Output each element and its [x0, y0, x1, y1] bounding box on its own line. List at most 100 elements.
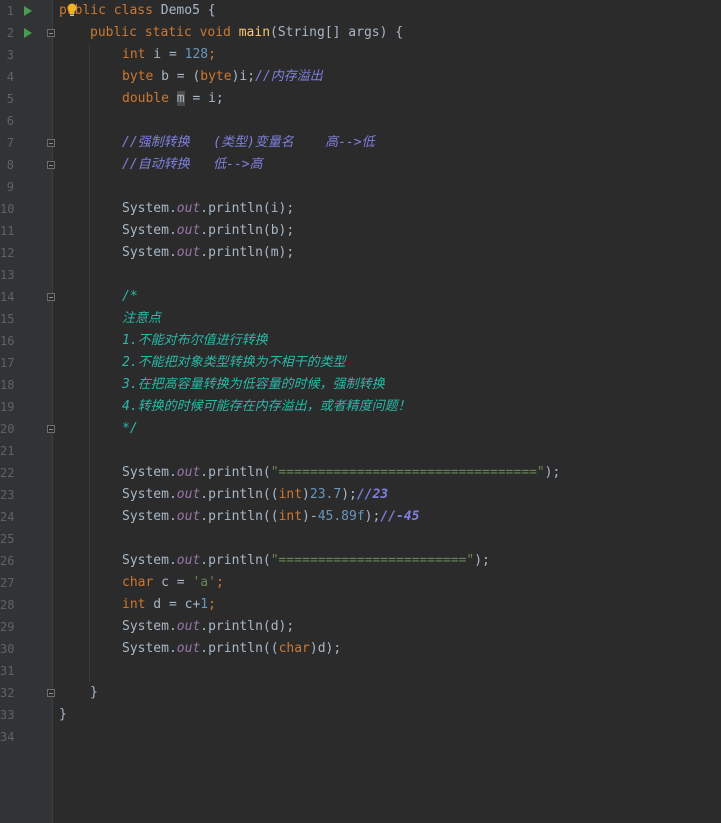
- code-line-23[interactable]: System.out.println((int)23.7);//23: [122, 484, 388, 506]
- line-number: 15: [0, 312, 15, 326]
- line-comment: //自动转换 低-->高: [122, 157, 263, 172]
- gutter-line-20[interactable]: 20: [0, 418, 55, 440]
- gutter-line-13[interactable]: 13: [0, 264, 52, 286]
- gutter-line-11[interactable]: 11: [0, 220, 52, 242]
- gutter-line-32[interactable]: 32: [0, 682, 55, 704]
- code-line-18[interactable]: 3.在把高容量转换为低容量的时候，强制转换: [122, 374, 385, 396]
- gutter-line-18[interactable]: 18: [0, 374, 52, 396]
- code-line-1[interactable]: public class Demo5 {: [59, 0, 216, 22]
- run-icon[interactable]: [24, 6, 32, 16]
- gutter-line-25[interactable]: 25: [0, 528, 52, 550]
- code-line-7[interactable]: //强制转换 (类型)变量名 高-->低: [122, 132, 375, 154]
- code-line-30[interactable]: System.out.println((char)d);: [122, 638, 341, 660]
- line-number: 17: [0, 356, 15, 370]
- run-icon[interactable]: [24, 28, 32, 38]
- gutter-line-7[interactable]: 7: [0, 132, 55, 154]
- code-line-26[interactable]: System.out.println("====================…: [122, 550, 490, 572]
- gutter-line-21[interactable]: 21: [0, 440, 52, 462]
- keyword: int: [278, 509, 303, 524]
- gutter-line-17[interactable]: 17: [0, 352, 52, 374]
- code-line-24[interactable]: System.out.println((int)-45.89f);//-45: [122, 506, 419, 528]
- gutter-line-14[interactable]: 14: [0, 286, 55, 308]
- string-literal: "=================================": [270, 465, 545, 480]
- fold-icon[interactable]: [47, 29, 55, 37]
- code-text: .println(: [200, 465, 271, 480]
- gutter-line-4[interactable]: 4: [0, 66, 52, 88]
- code-line-27[interactable]: char c = 'a';: [122, 572, 224, 594]
- keyword: public static void: [90, 25, 231, 40]
- gutter-line-8[interactable]: 8: [0, 154, 55, 176]
- fold-icon[interactable]: [47, 139, 55, 147]
- code-line-11[interactable]: System.out.println(b);: [122, 220, 294, 242]
- code-line-10[interactable]: System.out.println(i);: [122, 198, 294, 220]
- gutter-line-33[interactable]: 33: [0, 704, 52, 726]
- code-line-3[interactable]: int i = 128;: [122, 44, 216, 66]
- code-line-12[interactable]: System.out.println(m);: [122, 242, 294, 264]
- code-line-22[interactable]: System.out.println("====================…: [122, 462, 560, 484]
- gutter-line-29[interactable]: 29: [0, 616, 52, 638]
- code-line-15[interactable]: 注意点: [122, 308, 161, 330]
- code-line-14[interactable]: /*: [122, 286, 138, 308]
- gutter-line-10[interactable]: 10: [0, 198, 52, 220]
- gutter-line-30[interactable]: 30: [0, 638, 52, 660]
- gutter-line-9[interactable]: 9: [0, 176, 52, 198]
- code-line-28[interactable]: int d = c+1;: [122, 594, 216, 616]
- line-number: 14: [0, 290, 15, 304]
- code-text: .println(b);: [200, 223, 295, 238]
- line-number: 20: [0, 422, 15, 436]
- gutter-line-31[interactable]: 31: [0, 660, 52, 682]
- code-line-8[interactable]: //自动转换 低-->高: [122, 154, 263, 176]
- code-line-20[interactable]: */: [122, 418, 138, 440]
- line-number: 16: [0, 334, 15, 348]
- gutter-line-6[interactable]: 6: [0, 110, 52, 132]
- gutter-line-26[interactable]: 26: [0, 550, 52, 572]
- gutter-line-34[interactable]: 34: [0, 726, 52, 748]
- keyword: int: [122, 47, 146, 62]
- code-line-4[interactable]: byte b = (byte)i;//内存溢出: [122, 66, 323, 88]
- code-text: .println(i);: [200, 201, 295, 216]
- line-number: 24: [0, 510, 15, 524]
- code-text: System.: [122, 465, 177, 480]
- code-line-29[interactable]: System.out.println(d);: [122, 616, 294, 638]
- static-field: out: [176, 223, 201, 238]
- fold-icon[interactable]: [47, 161, 55, 169]
- code-text: .println(d);: [200, 619, 295, 634]
- gutter-line-16[interactable]: 16: [0, 330, 52, 352]
- code-line-2[interactable]: public static void main(String[] args) {: [90, 22, 403, 44]
- keyword: int: [278, 487, 303, 502]
- static-field: out: [176, 553, 201, 568]
- line-number: 18: [0, 378, 15, 392]
- gutter-line-24[interactable]: 24: [0, 506, 52, 528]
- gutter-line-3[interactable]: 3: [0, 44, 52, 66]
- keyword: class: [113, 3, 153, 18]
- line-number: 26: [0, 554, 15, 568]
- keyword: double: [122, 91, 169, 106]
- code-line-19[interactable]: 4.转换的时候可能存在内存溢出，或者精度问题！: [122, 396, 411, 418]
- code-text: System.: [122, 487, 177, 502]
- fold-icon[interactable]: [47, 293, 55, 301]
- gutter-line-1[interactable]: 1: [0, 0, 52, 22]
- fold-icon[interactable]: [47, 425, 55, 433]
- code-line-16[interactable]: 1.不能对布尔值进行转换: [122, 330, 268, 352]
- selected-variable[interactable]: m: [176, 91, 185, 106]
- code-text: );: [474, 553, 490, 568]
- code-line-5[interactable]: double m = i;: [122, 88, 224, 110]
- lightbulb-icon[interactable]: [66, 3, 78, 17]
- code-line-32[interactable]: }: [90, 682, 98, 704]
- fold-icon[interactable]: [47, 689, 55, 697]
- gutter-line-15[interactable]: 15: [0, 308, 52, 330]
- gutter-line-23[interactable]: 23: [0, 484, 52, 506]
- code-line-33[interactable]: }: [59, 704, 67, 726]
- gutter-line-5[interactable]: 5: [0, 88, 52, 110]
- gutter-line-19[interactable]: 19: [0, 396, 52, 418]
- gutter-line-22[interactable]: 22: [0, 462, 52, 484]
- code-text: System.: [122, 509, 177, 524]
- gutter-line-28[interactable]: 28: [0, 594, 52, 616]
- line-number: 22: [0, 466, 15, 480]
- code-line-17[interactable]: 2.不能把对象类型转换为不相干的类型: [122, 352, 346, 374]
- number-literal: 23.7: [309, 487, 342, 502]
- number-literal: 1: [200, 597, 209, 612]
- gutter-line-12[interactable]: 12: [0, 242, 52, 264]
- gutter-line-27[interactable]: 27: [0, 572, 52, 594]
- gutter-line-2[interactable]: 2: [0, 22, 55, 44]
